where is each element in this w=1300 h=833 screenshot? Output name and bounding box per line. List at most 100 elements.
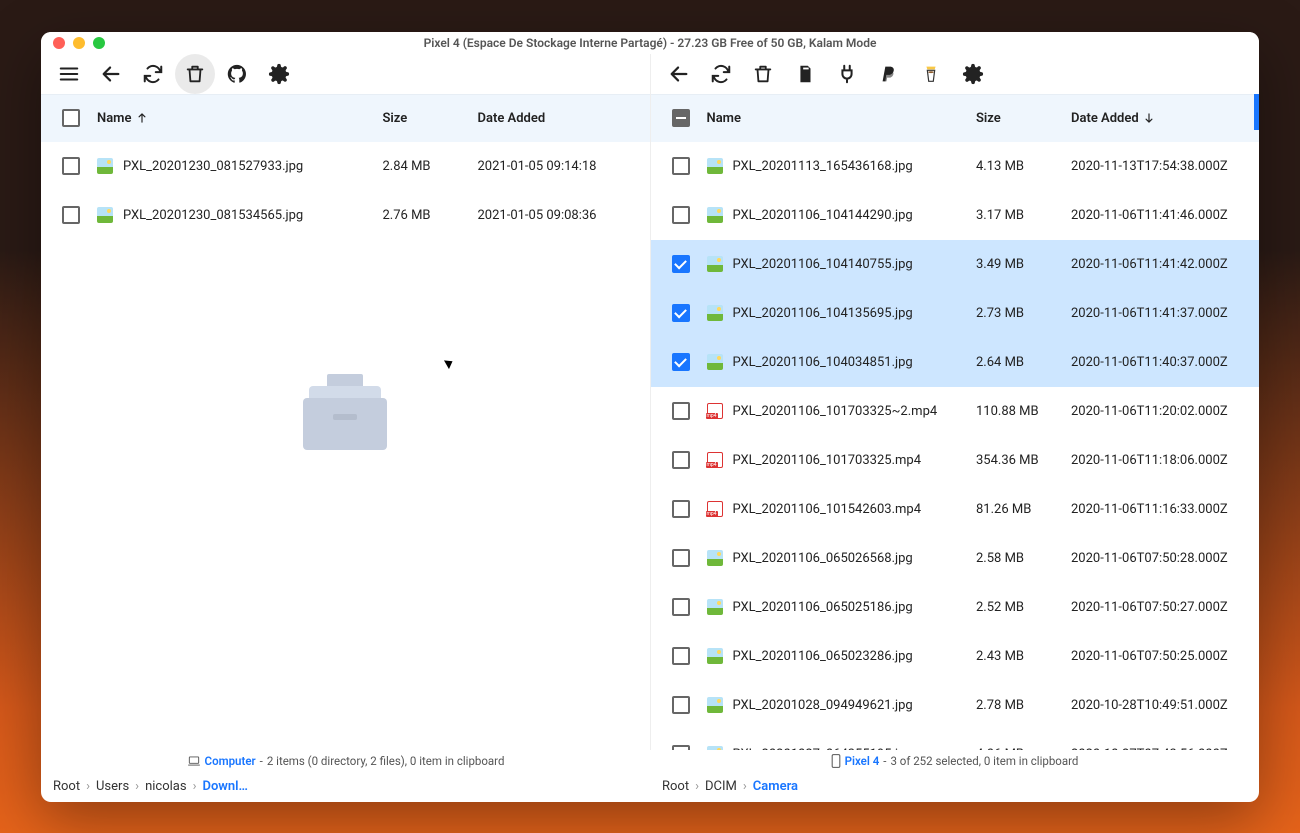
github-button[interactable]: [217, 54, 257, 94]
file-name-cell[interactable]: PXL_20201028_094949621.jpg: [703, 697, 977, 713]
menu-button[interactable]: [49, 54, 89, 94]
file-name-cell[interactable]: PXL_20201106_101703325.mp4: [703, 452, 977, 468]
refresh-button[interactable]: [133, 54, 173, 94]
column-header-size[interactable]: Size: [976, 111, 1071, 126]
breadcrumb-item[interactable]: Users: [96, 779, 129, 794]
file-date: 2020-10-27T07:43:56.000Z: [1071, 747, 1251, 750]
row-checkbox[interactable]: [659, 206, 703, 224]
file-date: 2020-11-06T11:20:02.000Z: [1071, 404, 1251, 419]
row-checkbox[interactable]: [49, 157, 93, 175]
row-checkbox[interactable]: [49, 206, 93, 224]
minimize-window-button[interactable]: [73, 37, 85, 49]
table-row[interactable]: PXL_20201106_065026568.jpg2.58 MB2020-11…: [651, 534, 1260, 583]
file-name-cell[interactable]: PXL_20201027_064355195.jpg: [703, 746, 977, 750]
select-all-checkbox[interactable]: [659, 109, 703, 127]
close-window-button[interactable]: [53, 37, 65, 49]
file-name-cell[interactable]: PXL_20201230_081527933.jpg: [93, 158, 383, 174]
column-header-date[interactable]: Date Added: [1071, 111, 1251, 126]
column-header-date[interactable]: Date Added: [478, 111, 642, 126]
back-button[interactable]: [659, 54, 699, 94]
breadcrumb-item[interactable]: DCIM: [705, 779, 737, 794]
status-text: 2 items (0 directory, 2 files), 0 item i…: [267, 754, 505, 768]
status-device[interactable]: Pixel 4: [845, 754, 880, 768]
row-checkbox[interactable]: [659, 402, 703, 420]
file-size: 2.52 MB: [976, 600, 1071, 615]
table-row[interactable]: PXL_20201230_081534565.jpg2.76 MB2021-01…: [41, 191, 650, 240]
file-size: 354.36 MB: [976, 453, 1071, 468]
table-row[interactable]: PXL_20201106_065025186.jpg2.52 MB2020-11…: [651, 583, 1260, 632]
file-size: 4.06 MB: [976, 747, 1071, 750]
file-name: PXL_20201113_165436168.jpg: [733, 159, 913, 174]
row-checkbox[interactable]: [659, 500, 703, 518]
file-name-cell[interactable]: PXL_20201106_104144290.jpg: [703, 207, 977, 223]
file-size: 2.58 MB: [976, 551, 1071, 566]
table-row[interactable]: PXL_20201106_065023286.jpg2.43 MB2020-11…: [651, 632, 1260, 681]
table-row[interactable]: PXL_20201027_064355195.jpg4.06 MB2020-10…: [651, 730, 1260, 750]
row-checkbox[interactable]: [659, 255, 703, 273]
table-row[interactable]: PXL_20201106_101542603.mp481.26 MB2020-1…: [651, 485, 1260, 534]
video-file-icon: [707, 452, 723, 468]
select-all-checkbox[interactable]: [49, 109, 93, 127]
row-checkbox[interactable]: [659, 696, 703, 714]
bottom-bar: Computer - 2 items (0 directory, 2 files…: [41, 750, 1259, 802]
file-name-cell[interactable]: PXL_20201106_101703325~2.mp4: [703, 403, 977, 419]
table-row[interactable]: PXL_20201028_094949621.jpg2.78 MB2020-10…: [651, 681, 1260, 730]
table-row[interactable]: PXL_20201230_081527933.jpg2.84 MB2021-01…: [41, 142, 650, 191]
table-row[interactable]: PXL_20201106_104034851.jpg2.64 MB2020-11…: [651, 338, 1260, 387]
row-checkbox[interactable]: [659, 157, 703, 175]
file-name-cell[interactable]: PXL_20201106_065025186.jpg: [703, 599, 977, 615]
file-name-cell[interactable]: PXL_20201106_065023286.jpg: [703, 648, 977, 664]
file-name-cell[interactable]: PXL_20201106_104135695.jpg: [703, 305, 977, 321]
row-checkbox[interactable]: [659, 549, 703, 567]
status-device[interactable]: Computer: [205, 754, 256, 768]
table-row[interactable]: PXL_20201106_104144290.jpg3.17 MB2020-11…: [651, 191, 1260, 240]
file-date: 2020-11-06T07:50:28.000Z: [1071, 551, 1251, 566]
image-file-icon: [707, 697, 723, 713]
table-row[interactable]: PXL_20201106_104140755.jpg3.49 MB2020-11…: [651, 240, 1260, 289]
refresh-button[interactable]: [701, 54, 741, 94]
plug-button[interactable]: [827, 54, 867, 94]
table-row[interactable]: PXL_20201106_101703325~2.mp4110.88 MB202…: [651, 387, 1260, 436]
row-checkbox[interactable]: [659, 353, 703, 371]
file-name-cell[interactable]: PXL_20201106_104034851.jpg: [703, 354, 977, 370]
column-header-name[interactable]: Name: [93, 111, 383, 126]
file-name-cell[interactable]: PXL_20201106_101542603.mp4: [703, 501, 977, 517]
breadcrumb-item[interactable]: Root: [53, 779, 80, 794]
settings-button[interactable]: [953, 54, 993, 94]
breadcrumb-item[interactable]: Root: [662, 779, 689, 794]
column-header-size[interactable]: Size: [383, 111, 478, 126]
file-size: 2.78 MB: [976, 698, 1071, 713]
file-name: PXL_20201106_101703325.mp4: [733, 453, 922, 468]
back-button[interactable]: [91, 54, 131, 94]
paypal-button[interactable]: [869, 54, 909, 94]
row-checkbox[interactable]: [659, 451, 703, 469]
delete-button[interactable]: [743, 54, 783, 94]
maximize-window-button[interactable]: [93, 37, 105, 49]
table-row[interactable]: PXL_20201106_101703325.mp4354.36 MB2020-…: [651, 436, 1260, 485]
breadcrumb-item[interactable]: nicolas: [145, 779, 187, 794]
file-name: PXL_20201106_101542603.mp4: [733, 502, 922, 517]
column-header-name[interactable]: Name: [703, 111, 977, 126]
settings-button[interactable]: [259, 54, 299, 94]
row-checkbox[interactable]: [659, 745, 703, 750]
row-checkbox[interactable]: [659, 598, 703, 616]
breadcrumb-item[interactable]: Downl…: [202, 779, 247, 794]
image-file-icon: [707, 256, 723, 272]
file-date: 2021-01-05 09:14:18: [478, 159, 642, 174]
table-row[interactable]: PXL_20201113_165436168.jpg4.13 MB2020-11…: [651, 142, 1260, 191]
row-checkbox[interactable]: [659, 304, 703, 322]
image-file-icon: [707, 550, 723, 566]
breadcrumb-item[interactable]: Camera: [753, 779, 798, 794]
file-name-cell[interactable]: PXL_20201106_065026568.jpg: [703, 550, 977, 566]
delete-button[interactable]: [175, 54, 215, 94]
left-file-list: PXL_20201230_081527933.jpg2.84 MB2021-01…: [41, 142, 650, 750]
file-name-cell[interactable]: PXL_20201113_165436168.jpg: [703, 158, 977, 174]
storage-button[interactable]: [785, 54, 825, 94]
file-name: PXL_20201106_065023286.jpg: [733, 649, 913, 664]
buy-coffee-button[interactable]: [911, 54, 951, 94]
file-name-cell[interactable]: PXL_20201106_104140755.jpg: [703, 256, 977, 272]
table-row[interactable]: PXL_20201106_104135695.jpg2.73 MB2020-11…: [651, 289, 1260, 338]
row-checkbox[interactable]: [659, 647, 703, 665]
image-file-icon: [707, 354, 723, 370]
file-name-cell[interactable]: PXL_20201230_081534565.jpg: [93, 207, 383, 223]
